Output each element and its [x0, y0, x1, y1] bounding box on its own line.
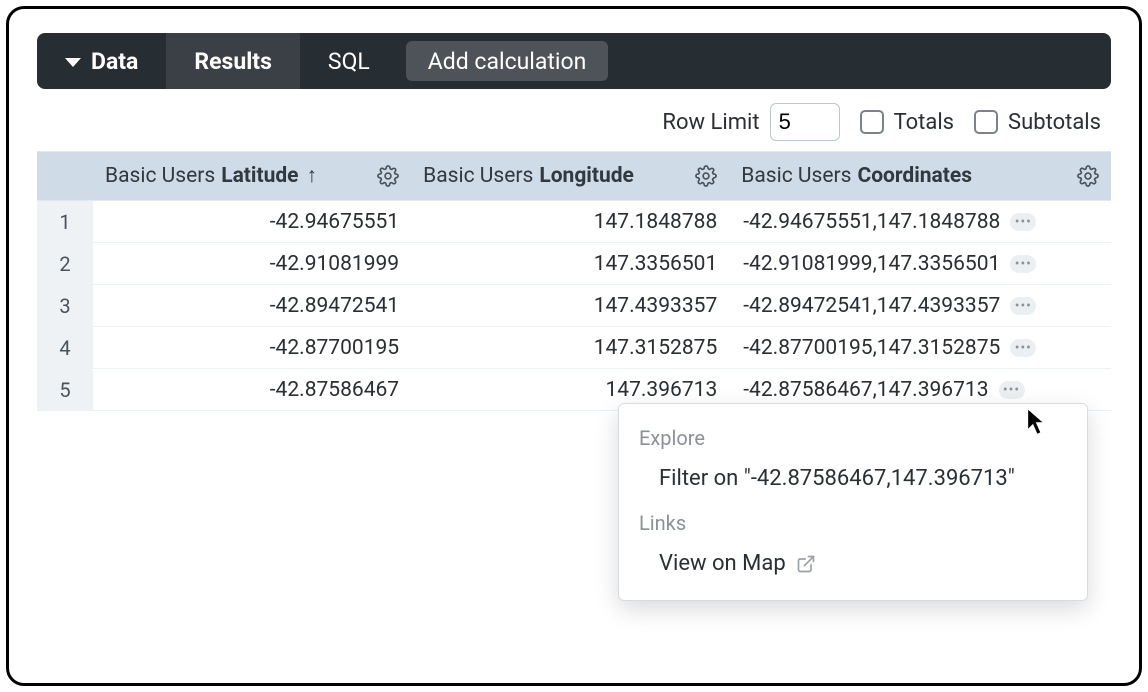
cell-coordinates-value: -42.87700195,147.3152875 [743, 336, 1000, 360]
cell-coordinates[interactable]: -42.87700195,147.3152875 ••• [729, 327, 1111, 369]
gear-icon[interactable] [377, 165, 399, 187]
column-field-label: Longitude [539, 164, 634, 188]
cell-latitude[interactable]: -42.91081999 [93, 243, 411, 285]
tab-data-label: Data [91, 48, 138, 75]
cell-latitude[interactable]: -42.94675551 [93, 201, 411, 243]
row-number: 2 [37, 243, 93, 285]
cell-actions-icon[interactable]: ••• [999, 381, 1025, 399]
cell-latitude[interactable]: -42.89472541 [93, 285, 411, 327]
gear-icon[interactable] [1077, 165, 1099, 187]
column-header-latitude[interactable]: Basic Users Latitude ↑ [93, 151, 411, 201]
add-calculation-label: Add calculation [428, 48, 587, 75]
column-header-longitude[interactable]: Basic Users Longitude [411, 151, 729, 201]
cell-longitude[interactable]: 147.3152875 [411, 327, 729, 369]
totals-label: Totals [894, 110, 954, 135]
caret-down-icon [65, 58, 81, 67]
cell-actions-icon[interactable]: ••• [1010, 255, 1036, 273]
cell-latitude[interactable]: -42.87586467 [93, 369, 411, 411]
row-limit-label: Row Limit [662, 110, 759, 135]
cell-coordinates[interactable]: -42.89472541,147.4393357 ••• [729, 285, 1111, 327]
subtotals-label: Subtotals [1008, 110, 1101, 135]
subtotals-checkbox[interactable]: Subtotals [974, 110, 1101, 135]
add-calculation-button[interactable]: Add calculation [406, 41, 609, 81]
column-header-coordinates[interactable]: Basic Users Coordinates [729, 151, 1111, 201]
menu-section-explore: Explore [619, 420, 1087, 456]
cell-coordinates[interactable]: -42.94675551,147.1848788 ••• [729, 201, 1111, 243]
checkbox-icon [974, 110, 998, 134]
menu-item-filter-on[interactable]: Filter on "-42.87586467,147.396713" [619, 456, 1087, 505]
tab-bar: Data Results SQL Add calculation [37, 33, 1111, 89]
cell-coordinates-value: -42.91081999,147.3356501 [743, 252, 1000, 276]
menu-section-links: Links [619, 505, 1087, 541]
column-group-label: Basic Users [105, 164, 215, 188]
tab-sql[interactable]: SQL [300, 33, 398, 89]
totals-checkbox[interactable]: Totals [860, 110, 954, 135]
tab-results-label: Results [194, 48, 272, 75]
row-number: 4 [37, 327, 93, 369]
cell-coordinates[interactable]: -42.91081999,147.3356501 ••• [729, 243, 1111, 285]
menu-item-filter-on-label: Filter on "-42.87586467,147.396713" [659, 466, 1015, 491]
cell-longitude[interactable]: 147.1848788 [411, 201, 729, 243]
cell-coordinates-value: -42.87586467,147.396713 [743, 378, 988, 402]
row-limit-control: Row Limit [662, 103, 839, 141]
column-header-rownum [37, 151, 93, 201]
menu-item-view-on-map-label: View on Map [659, 551, 786, 576]
checkbox-icon [860, 110, 884, 134]
column-group-label: Basic Users [423, 164, 533, 188]
menu-item-view-on-map[interactable]: View on Map [619, 541, 1087, 590]
data-section-toggle[interactable]: Data [37, 33, 166, 89]
row-number: 3 [37, 285, 93, 327]
tab-results[interactable]: Results [166, 33, 300, 89]
column-group-label: Basic Users [741, 164, 851, 188]
cell-coordinates-value: -42.89472541,147.4393357 [743, 294, 1000, 318]
row-limit-input[interactable] [770, 103, 840, 141]
cell-longitude[interactable]: 147.4393357 [411, 285, 729, 327]
column-field-label: Latitude [221, 164, 298, 188]
sort-asc-icon: ↑ [307, 164, 318, 188]
tab-sql-label: SQL [328, 48, 370, 75]
gear-icon[interactable] [695, 165, 717, 187]
cell-latitude[interactable]: -42.87700195 [93, 327, 411, 369]
cell-context-menu: Explore Filter on "-42.87586467,147.3967… [618, 403, 1088, 601]
row-number: 1 [37, 201, 93, 243]
cell-longitude[interactable]: 147.3356501 [411, 243, 729, 285]
cell-actions-icon[interactable]: ••• [1010, 213, 1036, 231]
cell-coordinates-value: -42.94675551,147.1848788 [743, 210, 1000, 234]
row-number: 5 [37, 369, 93, 411]
column-field-label: Coordinates [857, 164, 972, 188]
table-controls: Row Limit Totals Subtotals [37, 89, 1111, 151]
external-link-icon [796, 554, 816, 574]
cell-actions-icon[interactable]: ••• [1010, 297, 1036, 315]
cell-actions-icon[interactable]: ••• [1010, 339, 1036, 357]
results-table: Basic Users Latitude ↑ Basic Users Longi… [37, 151, 1111, 411]
